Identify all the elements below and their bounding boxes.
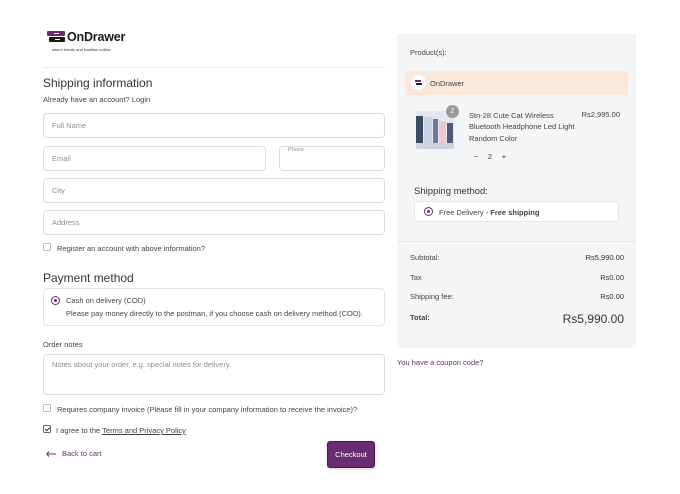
tax-label: Tax — [410, 273, 422, 282]
tax-value: Rs0.00 — [600, 273, 624, 282]
header-divider — [43, 67, 385, 68]
terms-link[interactable]: Terms and Privacy Policy — [102, 426, 186, 435]
quantity-increase-button[interactable]: + — [497, 152, 511, 161]
order-notes-input[interactable] — [44, 355, 384, 394]
drawer-logo-icon — [47, 31, 65, 42]
account-prompt: Already have an account? Login — [43, 95, 151, 104]
address-input[interactable] — [44, 211, 384, 234]
city-field[interactable] — [43, 178, 385, 203]
quantity-badge: 2 — [446, 105, 459, 118]
cod-radio[interactable] — [51, 296, 60, 305]
invoice-label: Requires company invoice (Please fill in… — [57, 405, 358, 414]
checkout-button[interactable]: Checkout — [327, 441, 375, 468]
product-price: Rs2,995.00 — [581, 110, 620, 119]
phone-label: Phone — [288, 147, 304, 153]
shipping-option-free[interactable]: Free Delivery - Free shipping — [414, 201, 619, 222]
shipping-title: Shipping information — [43, 76, 153, 90]
product-name[interactable]: Stn-28 Cute Cat Wireless Bluetooth Headp… — [469, 110, 575, 144]
free-delivery-radio[interactable] — [424, 207, 433, 216]
cod-label: Cash on delivery (COD) — [66, 296, 146, 305]
brand-logo[interactable]: OnDrawer where trendy and tradition coll… — [47, 29, 137, 55]
subtotal-value: Rs5,990.00 — [585, 253, 624, 262]
full-name-field[interactable] — [43, 113, 385, 138]
invoice-checkbox[interactable] — [43, 404, 51, 412]
quantity-value[interactable]: 2 — [483, 152, 497, 161]
quantity-decrease-button[interactable]: − — [469, 152, 483, 161]
email-field[interactable] — [43, 146, 266, 171]
store-logo-icon — [415, 80, 422, 85]
quantity-stepper: − 2 + — [469, 149, 511, 163]
full-name-input[interactable] — [44, 114, 384, 137]
total-value: Rs5,990.00 — [562, 312, 624, 326]
store-avatar — [411, 75, 426, 90]
store-name: OnDrawer — [430, 79, 465, 88]
order-notes-label: Order notes — [43, 340, 83, 349]
order-notes-field[interactable] — [43, 354, 385, 395]
brand-name: OnDrawer — [67, 30, 126, 44]
brand-tagline: where trendy and tradition collide — [52, 47, 111, 52]
coupon-link[interactable]: You have a coupon code? — [397, 358, 483, 367]
phone-field[interactable]: Phone — [279, 146, 385, 171]
total-label: Total: — [410, 313, 430, 322]
back-to-cart-link[interactable]: Back to cart — [46, 449, 102, 458]
shipping-fee-value: Rs0.00 — [600, 292, 624, 301]
shipping-fee-label: Shipping fee: — [410, 292, 454, 301]
city-input[interactable] — [44, 179, 384, 202]
terms-label: I agree to the Terms and Privacy Policy — [56, 426, 186, 435]
arrow-left-icon — [46, 450, 56, 457]
email-input[interactable] — [44, 147, 265, 170]
subtotal-label: Subtotal: — [410, 253, 440, 262]
products-label: Product(s): — [410, 48, 447, 57]
payment-title: Payment method — [43, 271, 134, 285]
cod-description: Please pay money directly to the postman… — [66, 309, 363, 318]
login-link[interactable]: Login — [132, 95, 150, 104]
payment-option-cod[interactable]: Cash on delivery (COD) Please pay money … — [43, 288, 385, 326]
register-label: Register an account with above informati… — [57, 244, 206, 253]
address-field[interactable] — [43, 210, 385, 235]
shipping-method-label: Shipping method: — [414, 186, 488, 197]
register-checkbox[interactable] — [43, 243, 51, 251]
terms-checkbox[interactable] — [43, 425, 51, 433]
shipping-option-text: Free Delivery - Free shipping — [439, 208, 540, 217]
summary-divider — [397, 241, 636, 242]
